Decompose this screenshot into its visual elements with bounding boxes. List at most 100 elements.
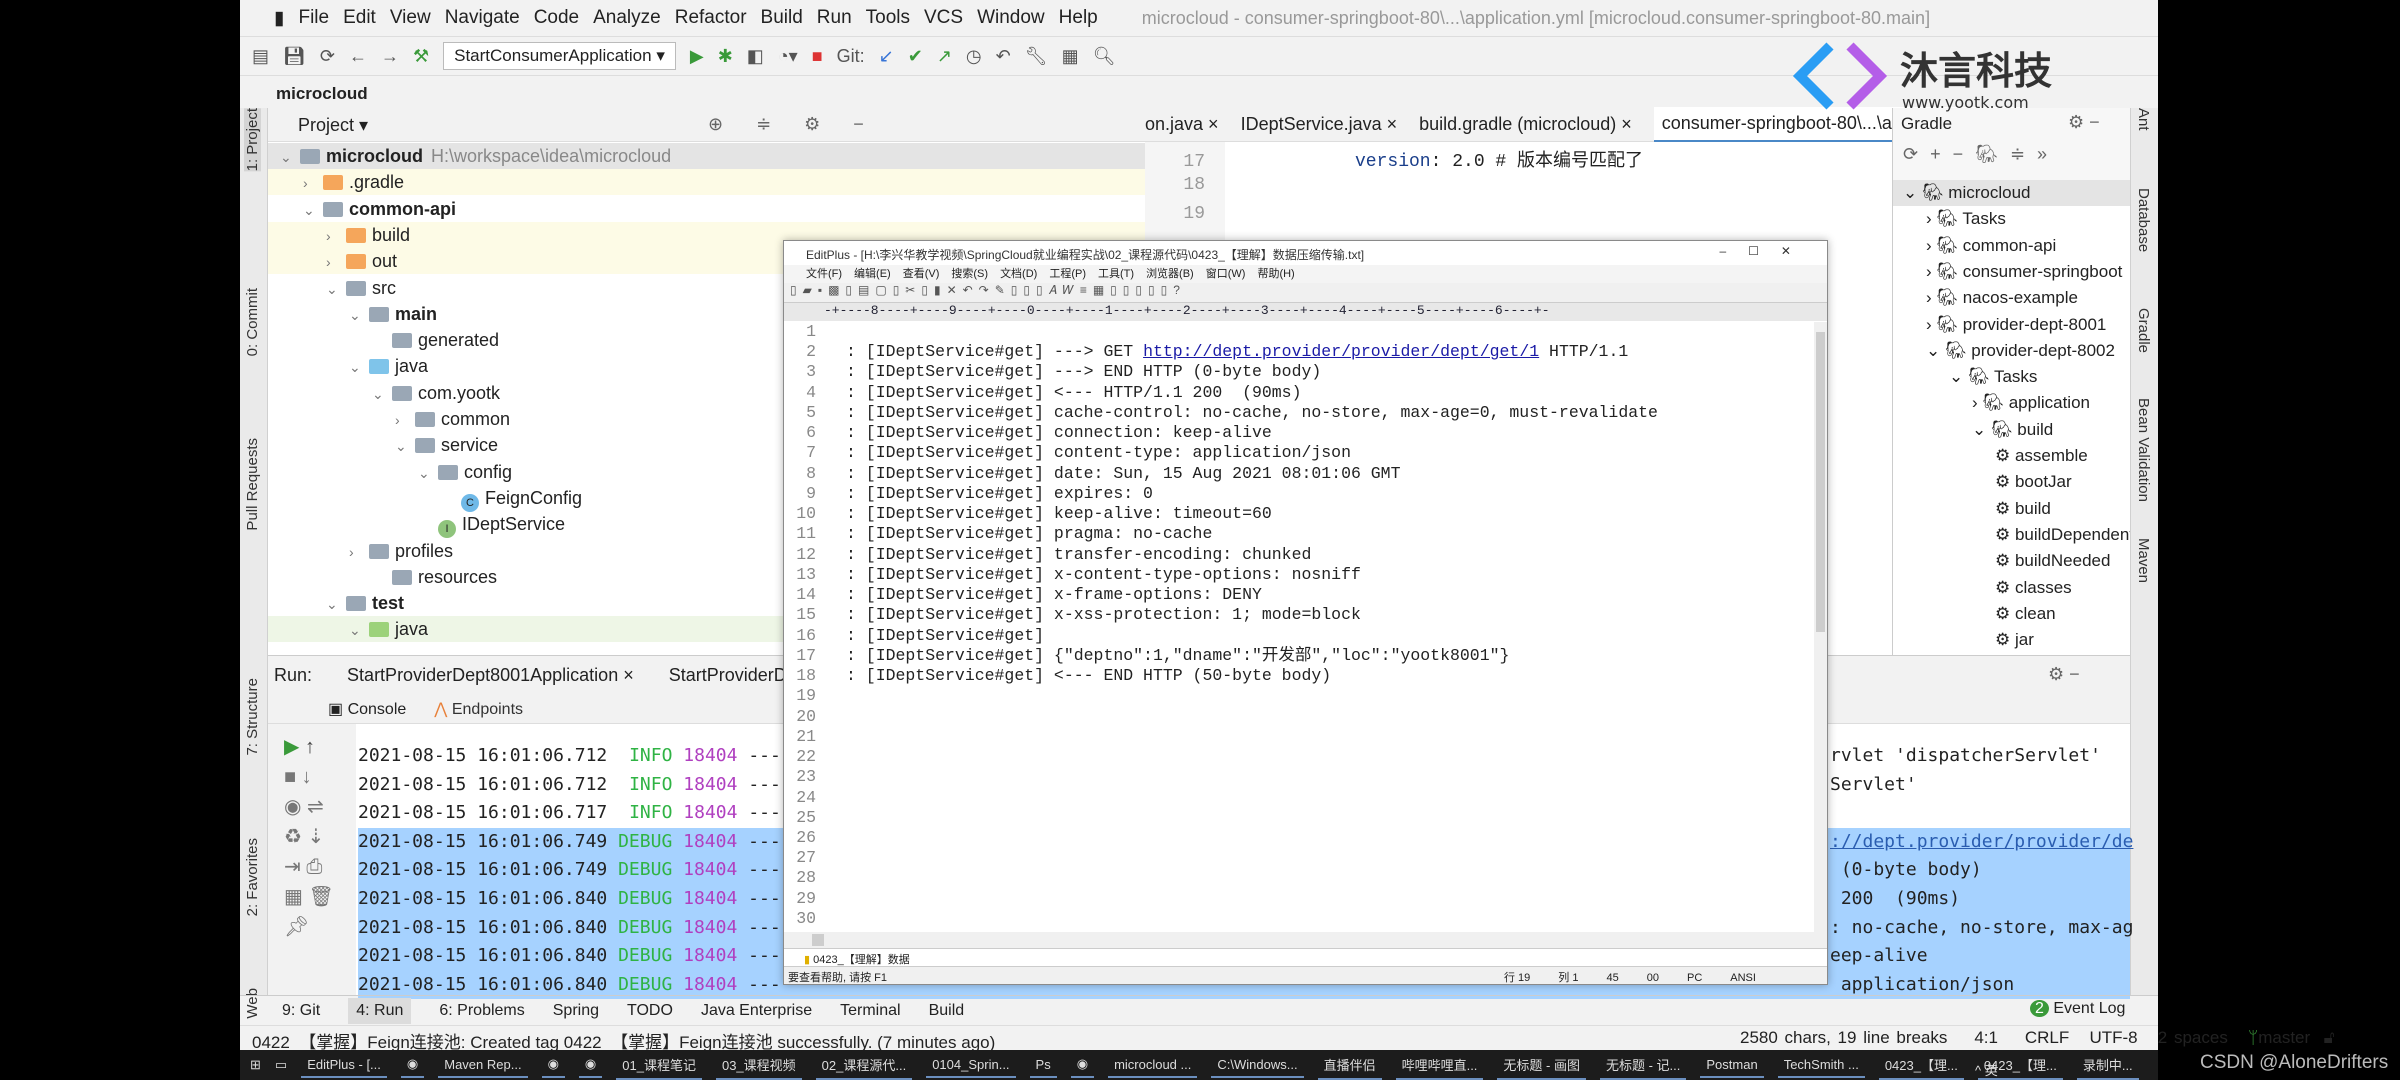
gradle-item[interactable]: ⌄ 🐘︎ build [1972, 417, 2053, 443]
bottom-tab[interactable]: Build [929, 1002, 965, 1020]
git-update-icon[interactable]: ↙ [879, 46, 894, 67]
bottom-tab[interactable]: Terminal [840, 1002, 900, 1020]
debug-icon[interactable]: ✱ [718, 46, 733, 67]
open-icon[interactable]: ▤ [252, 46, 269, 67]
run-config-select[interactable]: StartConsumerApplication ▾ [443, 42, 676, 70]
console-tab[interactable]: ▣ Console [328, 701, 406, 718]
chevron-icon[interactable]: › [326, 249, 346, 275]
chevron-icon[interactable]: › [326, 223, 346, 249]
run-settings-icon[interactable]: ⚙ − [2048, 664, 2080, 685]
event-log-button[interactable]: 2 Event Log [2030, 1000, 2125, 1018]
menu-file[interactable]: File [298, 7, 329, 29]
pin-icon[interactable]: 📌︎ [284, 912, 356, 942]
taskbar-item[interactable]: ◉ [400, 1052, 425, 1078]
gradle-item[interactable]: ⚙ classes [1995, 575, 2072, 601]
history-icon[interactable]: ◷ [966, 46, 982, 67]
right-tool-3[interactable]: Bean Validation [2135, 398, 2152, 502]
editplus-menu-item[interactable]: 搜索(S) [951, 265, 988, 283]
git-push-icon[interactable]: ↗ [937, 46, 952, 67]
coverage-icon[interactable]: ◧ [747, 46, 764, 67]
indent[interactable]: 2 spaces [2158, 1028, 2228, 1047]
taskbar-item[interactable]: 无标题 - 画图 [1497, 1051, 1586, 1080]
gradle-item[interactable]: › 🐘︎ application [1972, 390, 2090, 416]
editplus-menu-item[interactable]: 文件(F) [806, 265, 842, 283]
chevron-icon[interactable]: ⌄ [395, 433, 415, 459]
chevron-icon[interactable]: ⌄ [349, 354, 369, 380]
save-icon[interactable]: 💾︎ [283, 46, 306, 67]
git-branch[interactable]: master [2258, 1028, 2310, 1047]
rollback-icon[interactable]: ↶ [996, 46, 1011, 67]
chevron-icon[interactable]: › [1926, 288, 1936, 307]
menu-vcs[interactable]: VCS [924, 7, 963, 29]
gradle-item[interactable]: ⌄ 🐘︎ microcloud [1893, 180, 2131, 206]
left-tool-4[interactable]: 2: Favorites [244, 838, 261, 916]
gradle-item[interactable]: ⌄ 🐘︎ Tasks [1949, 364, 2037, 390]
gradle-item[interactable]: ⚙ build [1995, 496, 2051, 522]
project-structure-icon[interactable]: ▦ [1062, 46, 1079, 67]
project-panel-actions-icon[interactable]: ⊕ ≑ ⚙ − [708, 114, 878, 135]
editplus-menu-item[interactable]: 查看(V) [903, 265, 940, 283]
git-commit-icon[interactable]: ✔ [908, 46, 923, 67]
gradle-item[interactable]: ⚙ buildNeeded [1995, 548, 2110, 574]
right-tool-2[interactable]: Gradle [2135, 308, 2152, 353]
menu-analyze[interactable]: Analyze [593, 7, 661, 29]
project-panel-title[interactable]: Project [298, 115, 354, 135]
build-icon[interactable]: ⚒ [413, 46, 429, 67]
vertical-scrollbar[interactable] [1814, 322, 1827, 948]
taskbar-item[interactable]: ◉ [578, 1052, 603, 1078]
taskbar-item[interactable]: EditPlus - [... [301, 1053, 387, 1078]
chevron-icon[interactable]: › [1926, 315, 1936, 334]
windows-start-icon[interactable]: ⊞ [250, 1057, 261, 1073]
stop-icon[interactable]: ■ ↓ [284, 762, 356, 792]
lock-icon[interactable]: 🔓︎ [2324, 1028, 2335, 1047]
menu-help[interactable]: Help [1059, 7, 1098, 29]
run-tab-8001[interactable]: StartProviderDept8001Application [347, 665, 618, 685]
left-tool-3[interactable]: 7: Structure [244, 678, 261, 756]
chevron-icon[interactable]: ⌄ [1903, 183, 1922, 202]
left-tool-0[interactable]: 1: Project [244, 108, 261, 172]
taskbar-item[interactable]: Maven Rep... [438, 1053, 528, 1078]
layout-icon[interactable]: ▦ 🗑︎ [284, 882, 356, 912]
taskbar-item[interactable]: TechSmith ... [1777, 1053, 1865, 1078]
chevron-icon[interactable]: ⌄ [1972, 420, 1991, 439]
forward-icon[interactable]: → [381, 46, 399, 67]
endpoints-tab[interactable]: ⋀ Endpoints [434, 701, 523, 718]
exit-icon[interactable]: ⇥ ⎙ [284, 852, 356, 882]
menu-tools[interactable]: Tools [866, 7, 910, 29]
editplus-menu-item[interactable]: 编辑(E) [854, 265, 891, 283]
bottom-tab[interactable]: Spring [553, 1002, 599, 1020]
bottom-tab[interactable]: TODO [627, 1002, 673, 1020]
gradle-item[interactable]: ⌄ 🐘︎ provider-dept-8002 [1926, 338, 2115, 364]
system-tray[interactable]: ^ 英 [1975, 1060, 1998, 1079]
menu-run[interactable]: Run [817, 7, 852, 29]
taskbar-item[interactable]: 03_课程视频 [715, 1051, 802, 1080]
right-tool-1[interactable]: Database [2135, 188, 2152, 252]
chevron-icon[interactable]: › [1972, 393, 1982, 412]
editor-tab[interactable]: IDeptService.java × [1241, 114, 1398, 135]
restore-icon[interactable]: ♻ ⇣ [284, 822, 356, 852]
document-tab[interactable]: ▮ 0423_【理解】数据 [784, 948, 1827, 966]
gradle-item[interactable]: › 🐘︎ consumer-springboot [1926, 259, 2122, 285]
editplus-menu-item[interactable]: 文档(D) [1000, 265, 1037, 283]
chevron-icon[interactable]: › [349, 539, 369, 565]
chevron-icon[interactable]: ⌄ [372, 381, 392, 407]
menu-window[interactable]: Window [977, 7, 1045, 29]
file-encoding[interactable]: UTF-8 [2089, 1028, 2137, 1047]
chevron-icon[interactable]: › [303, 170, 323, 196]
taskbar-item[interactable]: Ps [1029, 1053, 1057, 1078]
editplus-toolbar[interactable]: ▯▰▪▩▯▤▢▯✂▯▮✕↶↷✎▯▯▯𝐴𝑊≡▦▯▯▯▯▯? [784, 283, 1827, 303]
bottom-tab[interactable]: Java Enterprise [701, 1002, 812, 1020]
menu-view[interactable]: View [390, 7, 431, 29]
taskbar-item[interactable]: 01_课程笔记 [616, 1051, 702, 1080]
menu-code[interactable]: Code [534, 7, 579, 29]
gradle-item[interactable]: ⚙ bootJar [1995, 469, 2072, 495]
chevron-icon[interactable]: ⌄ [1949, 367, 1968, 386]
caret-position[interactable]: 4:1 [1974, 1028, 1998, 1047]
gradle-item[interactable]: ⚙ clean [1995, 601, 2056, 627]
editplus-menu-item[interactable]: 工程(P) [1049, 265, 1086, 283]
chevron-icon[interactable]: ⌄ [303, 197, 323, 223]
gradle-item[interactable]: › 🐘︎ provider-dept-8001 [1926, 312, 2106, 338]
editor-tab[interactable]: on.java × [1145, 114, 1219, 135]
chevron-icon[interactable]: › [1926, 209, 1936, 228]
menu-build[interactable]: Build [761, 7, 803, 29]
